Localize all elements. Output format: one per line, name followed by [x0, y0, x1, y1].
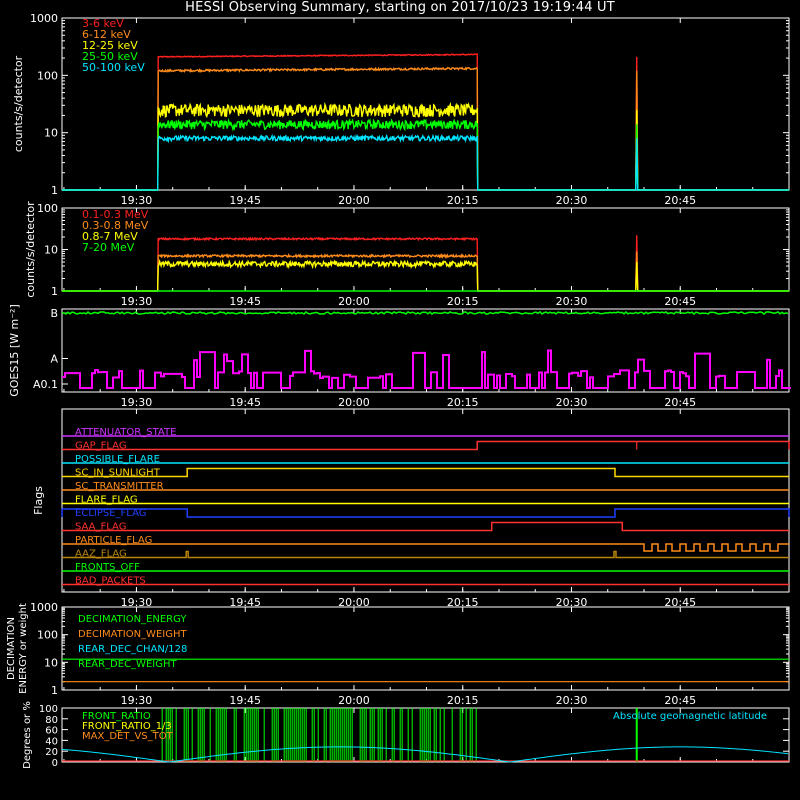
series-line-12-25-keV [62, 101, 789, 191]
flag-line-aaz-flag [62, 550, 789, 559]
y-tick-label: 10 [44, 244, 58, 257]
y-axis-label: ENERGY or weight [18, 603, 29, 694]
y-tick-label: 100 [39, 704, 58, 715]
time-tick-label: 19:30 [121, 194, 153, 207]
series-line-25-50-keV [62, 117, 789, 191]
y-tick-label: 1 [51, 684, 58, 697]
y-tick-label: 100 [37, 69, 58, 82]
time-tick-label: 20:00 [338, 396, 370, 409]
legend-entry: REAR_DEC_WEIGHT [78, 659, 177, 670]
y-tick-label: B [50, 307, 58, 320]
time-tick-label: 20:15 [447, 295, 479, 308]
flag-line-particle-flag [62, 543, 789, 552]
y-tick-label: 1 [51, 285, 58, 298]
time-tick-label: 19:45 [229, 396, 261, 409]
time-tick-label: 20:15 [447, 194, 479, 207]
time-tick-label: 20:00 [338, 194, 370, 207]
y-tick-label: 20 [45, 747, 58, 758]
y-tick-label: 1000 [30, 601, 58, 614]
series-line-0.3-0.8-MeV [62, 251, 789, 292]
series-line-goes-high [61, 310, 789, 316]
time-tick-label: 19:45 [229, 694, 261, 707]
geomagnetic-latitude-line [61, 746, 789, 763]
flag-line-saa-flag [62, 521, 789, 532]
y-axis-label: counts/s/detector [24, 201, 37, 298]
y-axis-label: counts/s/detector [12, 55, 25, 152]
y-tick-label: 100 [37, 202, 58, 215]
legend-entry: REAR_DEC_CHAN/128 [78, 644, 187, 655]
summary-chart-canvas: 19:30 19:45 20:00 20:15 20:30 20:451101001000… [6, 12, 791, 769]
legend-entry: MAX_DET_VS_TOT [82, 731, 174, 742]
y-tick-label: 0 [52, 758, 58, 769]
y-tick-label: A [50, 353, 58, 366]
time-tick-label: 20:45 [664, 194, 696, 207]
time-tick-label: 20:00 [338, 694, 370, 707]
time-tick-label: 20:45 [664, 694, 696, 707]
time-tick-label: 20:15 [447, 694, 479, 707]
y-tick-label: 1000 [30, 12, 58, 25]
y-tick-label: 40 [45, 736, 58, 747]
y-axis-label: Degrees or % [22, 701, 33, 769]
time-tick-label: 19:45 [229, 194, 261, 207]
time-tick-label: 20:30 [556, 694, 588, 707]
time-tick-label: 20:45 [664, 295, 696, 308]
series-line-50-100-keV [62, 133, 789, 191]
panel-frame-highE [61, 207, 790, 292]
y-axis-label: GOES15 [W m⁻²] [8, 304, 21, 397]
y-tick-label: 100 [37, 629, 58, 642]
legend-entry: DECIMATION_WEIGHT [78, 629, 187, 640]
y-tick-label: A0.1 [33, 378, 58, 391]
legend-entry: DECIMATION_ENERGY [78, 614, 187, 625]
time-tick-label: 19:30 [121, 295, 153, 308]
annotation-label: Absolute geomagnetic latitude [613, 711, 767, 722]
series-line-goes-low [62, 349, 791, 389]
y-tick-label: 10 [44, 656, 58, 669]
flag-line-gap-flag [62, 440, 790, 451]
flag-line-sc-in-sunlight [62, 467, 789, 478]
y-tick-label: 60 [45, 726, 58, 737]
time-tick-label: 20:00 [338, 295, 370, 308]
time-tick-label: 19:30 [121, 694, 153, 707]
time-tick-label: 20:45 [664, 396, 696, 409]
flag-line-eclipse-flag [61, 508, 790, 518]
y-tick-label: 1 [51, 184, 58, 197]
y-tick-label: 10 [44, 127, 58, 140]
y-axis-label: Flags [32, 486, 45, 515]
time-tick-label: 20:30 [556, 295, 588, 308]
series-line-6-12-keV [62, 66, 789, 191]
time-tick-label: 20:15 [447, 396, 479, 409]
time-tick-label: 20:30 [556, 194, 588, 207]
legend-entry: 50-100 keV [82, 61, 145, 74]
time-tick-label: 19:45 [229, 295, 261, 308]
time-tick-label: 19:30 [121, 396, 153, 409]
y-tick-label: 80 [45, 715, 58, 726]
time-tick-label: 20:30 [556, 396, 588, 409]
legend-entry: 7-20 MeV [82, 241, 135, 254]
y-axis-label: DECIMATION [6, 617, 17, 680]
